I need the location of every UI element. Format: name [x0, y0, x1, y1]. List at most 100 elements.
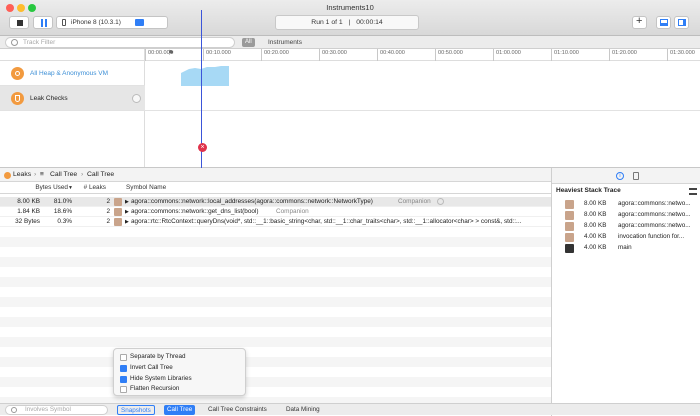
pause-button[interactable]: [33, 16, 53, 29]
track-list-header: [0, 49, 145, 61]
disclosure-triangle-icon[interactable]: ▶: [125, 207, 129, 217]
window-title: Instruments10: [326, 3, 374, 12]
ruler-tick: 01:00.000: [493, 49, 521, 61]
tab-data-mining[interactable]: Data Mining: [283, 405, 323, 415]
cell-bytes: 1.84 KB: [17, 208, 40, 215]
cell-symbol: agora::rtc::RtcContext::queryDns(void*, …: [131, 218, 522, 225]
run-separator: |: [348, 19, 351, 26]
breadcrumb-separator-icon: ›: [34, 171, 37, 178]
cell-leaks: 2: [106, 198, 110, 205]
timeline-area: All Heap & Anonymous VM Leak Checks 00:0…: [0, 49, 700, 167]
cell-symbol: agora::commons::network::local_addresses…: [131, 198, 373, 205]
add-instrument-button[interactable]: +: [632, 15, 647, 29]
frame-name: main: [618, 244, 632, 251]
stop-icon: [17, 20, 23, 26]
track-divider: [145, 110, 700, 111]
frame-size: 8.00 KB: [584, 222, 607, 229]
track-filter-placeholder: Track Filter: [23, 39, 56, 46]
frame-size: 8.00 KB: [584, 200, 607, 207]
run-status-display: Run 1 of 1 | 00:00:14: [275, 15, 419, 30]
instruments-filter-label[interactable]: Instruments: [268, 38, 302, 47]
stack-options-icon[interactable]: [689, 188, 697, 195]
stack-frame[interactable]: 4.00 KB invocation function for...: [552, 232, 700, 242]
heap-allocation-area: [181, 66, 229, 86]
toggle-bottom-panel-button[interactable]: [656, 16, 671, 29]
frame-icon: [565, 200, 574, 209]
option-invert-call-tree[interactable]: Invert Call Tree: [120, 363, 173, 373]
track-list: All Heap & Anonymous VM Leak Checks: [0, 49, 145, 167]
document-icon[interactable]: [633, 172, 639, 180]
leaks-small-icon: [4, 172, 11, 179]
time-ruler: 00:00.000 00:10.000 00:20.000 00:30.000 …: [145, 49, 700, 61]
app-icon: [135, 19, 144, 26]
track-options-icon[interactable]: [132, 94, 141, 103]
plus-icon: +: [636, 15, 643, 27]
tab-snapshots[interactable]: Snapshots: [117, 405, 155, 415]
cell-percent: 81.0%: [53, 198, 72, 205]
inspector-tabs: i: [552, 168, 700, 184]
table-header: Bytes Used ▼ # Leaks Symbol Name: [0, 182, 551, 194]
device-target-selector[interactable]: iPhone 8 (10.3.1): [56, 16, 168, 29]
cell-percent: 18.6%: [53, 208, 72, 215]
frame-icon: [114, 218, 122, 226]
tab-call-tree-constraints[interactable]: Call Tree Constraints: [205, 405, 270, 415]
frame-icon: [114, 198, 122, 206]
breadcrumb-call-tree-2[interactable]: Call Tree: [87, 168, 114, 182]
jump-to-source-icon[interactable]: [437, 198, 444, 205]
disclosure-triangle-icon[interactable]: ▶: [125, 197, 129, 207]
ruler-tick: 00:30.000: [319, 49, 347, 61]
option-label: Flatten Recursion: [130, 385, 180, 392]
stop-button[interactable]: [9, 16, 29, 29]
stack-frame[interactable]: 8.00 KB agora::commons::netwo...: [552, 199, 700, 209]
info-icon[interactable]: i: [616, 172, 624, 180]
option-flatten-recursion[interactable]: Flatten Recursion: [120, 384, 179, 394]
cell-bytes: 32 Bytes: [15, 218, 40, 225]
leak-marker-icon[interactable]: ×: [198, 143, 207, 152]
stack-frame[interactable]: 8.00 KB agora::commons::netwo...: [552, 221, 700, 231]
column-bytes-used[interactable]: Bytes Used: [10, 182, 68, 194]
sort-descending-icon: ▼: [68, 185, 73, 191]
track-filter-bar: Track Filter All Instruments: [0, 36, 700, 49]
table-row[interactable]: 8.00 KB 81.0% 2 ▶ agora::commons::networ…: [0, 197, 551, 207]
toggle-right-panel-button[interactable]: [674, 16, 689, 29]
track-row-heap[interactable]: All Heap & Anonymous VM: [0, 61, 145, 86]
ruler-tick: 00:10.000: [203, 49, 231, 61]
bottom-bar: Involves Symbol Snapshots Call Tree Call…: [0, 403, 700, 415]
frame-name: agora::commons::netwo...: [618, 200, 691, 207]
frame-icon: [114, 208, 122, 216]
option-separate-by-thread[interactable]: Separate by Thread: [120, 352, 186, 362]
tab-call-tree[interactable]: Call Tree: [164, 405, 196, 415]
device-name: iPhone 8 (10.3.1): [71, 19, 121, 26]
disclosure-triangle-icon[interactable]: ▶: [125, 217, 129, 227]
detail-area: Leaks › ≡ Call Tree › Call Tree Bytes Us…: [0, 167, 700, 416]
breadcrumb-leaks[interactable]: Leaks: [13, 168, 31, 182]
right-panel-icon: [678, 19, 686, 26]
checkbox-separate-by-thread[interactable]: [120, 354, 127, 361]
inspection-flag-icon[interactable]: ⚑: [168, 50, 174, 58]
heap-allocation-graph: [181, 66, 229, 86]
breadcrumb-call-tree[interactable]: Call Tree: [50, 168, 77, 182]
allocations-icon: [11, 67, 24, 80]
column-symbol-name[interactable]: Symbol Name: [126, 182, 166, 194]
stack-frame[interactable]: 4.00 KB main: [552, 243, 700, 253]
cell-leaks: 2: [106, 218, 110, 225]
frame-name: agora::commons::netwo...: [618, 211, 691, 218]
involves-symbol-input[interactable]: Involves Symbol: [5, 405, 108, 415]
checkbox-flatten-recursion[interactable]: [120, 386, 127, 393]
table-row[interactable]: 1.84 KB 18.6% 2 ▶ agora::commons::networ…: [0, 207, 551, 217]
all-filter-button[interactable]: All: [242, 38, 255, 47]
breadcrumb-separator-icon: ›: [81, 171, 84, 178]
leaks-icon: [11, 92, 24, 105]
ruler-tick: 00:50.000: [435, 49, 463, 61]
pause-icon: [40, 19, 48, 27]
column-leaks[interactable]: # Leaks: [74, 182, 106, 194]
detail-navbar: Leaks › ≡ Call Tree › Call Tree: [0, 168, 551, 182]
stack-frame[interactable]: 8.00 KB agora::commons::netwo...: [552, 210, 700, 220]
cell-leaks: 2: [106, 208, 110, 215]
track-label-leak-checks: Leak Checks: [30, 95, 68, 102]
track-row-leak-checks[interactable]: Leak Checks: [0, 86, 145, 111]
checkbox-invert-call-tree[interactable]: [120, 365, 127, 372]
checkbox-hide-system-libraries[interactable]: [120, 376, 127, 383]
table-row[interactable]: 32 Bytes 0.3% 2 ▶ agora::rtc::RtcContext…: [0, 217, 551, 227]
option-hide-system-libraries[interactable]: Hide System Libraries: [120, 374, 192, 384]
